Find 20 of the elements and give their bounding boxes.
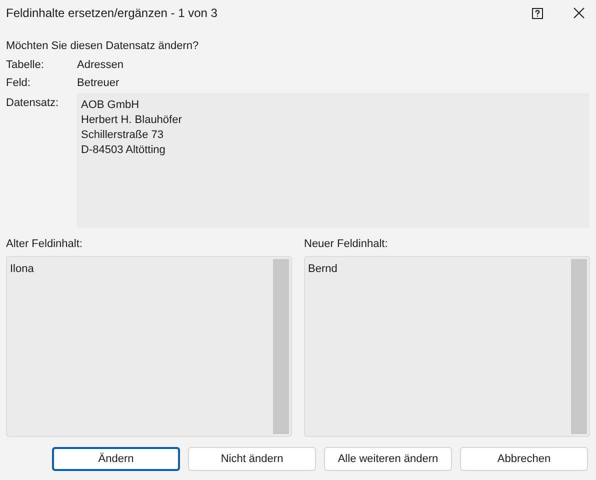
old-content-field[interactable]: Ilona	[6, 256, 292, 437]
content-label: Neuer Feldinhalt:	[304, 237, 389, 252]
new-content-field[interactable]: Bernd	[304, 256, 590, 437]
dialog-button[interactable]: Abbrechen	[460, 447, 588, 471]
help-icon[interactable]	[531, 7, 543, 19]
dialog-button[interactable]: Nicht ändern	[188, 447, 316, 471]
window-title: Feldinhalte ersetzen/ergänzen - 1 von 3	[6, 5, 218, 22]
content-label: Alter Feldinhalt:	[6, 237, 84, 252]
field-label: Feld:	[6, 76, 32, 91]
scrollbar[interactable]	[571, 259, 587, 434]
scrollbar[interactable]	[273, 259, 289, 434]
close-icon[interactable]	[573, 7, 585, 19]
question-text: Möchten Sie diesen Datensatz ändern?	[6, 39, 200, 54]
field-label: Tabelle:	[6, 58, 45, 73]
field-value: Adressen	[77, 58, 124, 73]
dialog-button[interactable]: Alle weiteren ändern	[324, 447, 452, 471]
record-box: AOB GmbH Herbert H. Blauhöfer Schillerstraße 73 D-84503 Altötting	[77, 93, 589, 228]
record-label: Datensatz:	[6, 96, 60, 111]
dialog-button[interactable]: Ändern	[52, 447, 180, 471]
field-value: Betreuer	[77, 76, 120, 91]
